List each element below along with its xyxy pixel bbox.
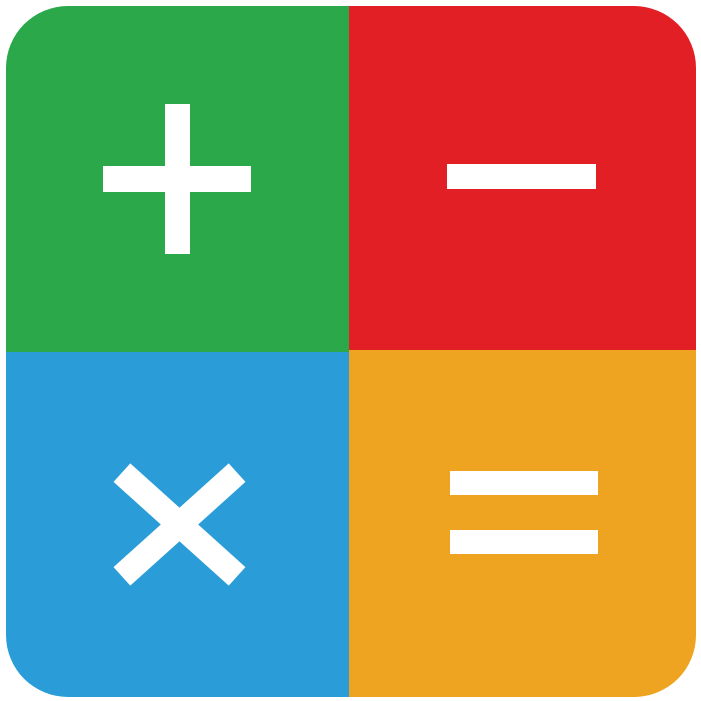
equals-quadrant xyxy=(349,350,696,697)
minus-quadrant xyxy=(349,6,696,350)
symbol-stroke xyxy=(450,530,598,554)
symbol-stroke xyxy=(450,471,598,495)
symbol-stroke xyxy=(165,104,190,254)
symbol-stroke xyxy=(447,164,596,189)
calculator-app-icon xyxy=(6,6,696,697)
times-quadrant xyxy=(6,352,353,697)
plus-quadrant xyxy=(6,6,349,352)
